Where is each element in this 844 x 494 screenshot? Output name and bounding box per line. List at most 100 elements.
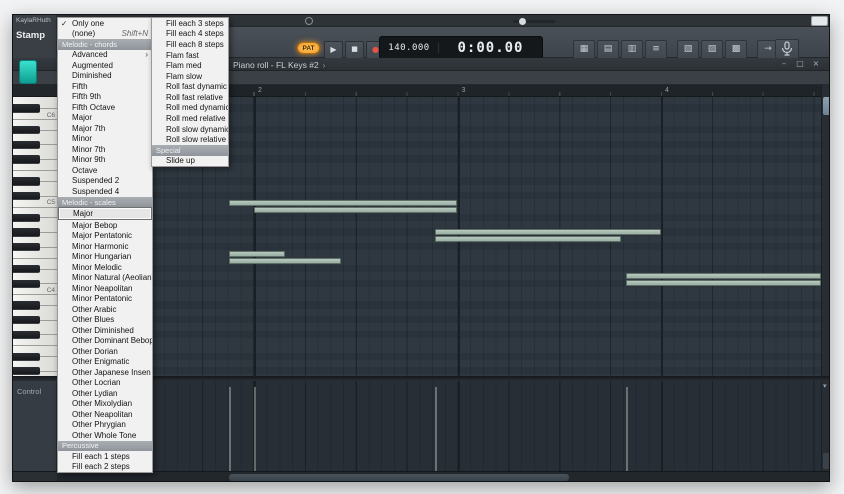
touch-keyboard-icon[interactable]: ▩ — [725, 40, 747, 60]
menu-item[interactable]: Minor Hungarian — [58, 251, 152, 262]
menu-item[interactable]: Roll med relative — [152, 113, 228, 124]
menu-item[interactable]: Major Pentatonic — [58, 230, 152, 241]
menu-item[interactable]: Other Japanese Insen — [58, 367, 152, 378]
menu-item[interactable]: Roll fast relative — [152, 92, 228, 103]
menu-item[interactable]: Minor Neapolitan — [58, 283, 152, 294]
menu-item[interactable]: Other Dominant Bebop — [58, 335, 152, 346]
menu-item[interactable]: Fill each 2 steps — [58, 462, 152, 473]
plugin-picker-icon[interactable]: ▨ — [701, 40, 723, 60]
time-display[interactable]: 0:00.00 — [439, 40, 542, 56]
black-key[interactable] — [13, 126, 40, 135]
menu-item[interactable]: Other Phrygian — [58, 420, 152, 431]
note[interactable] — [435, 229, 661, 236]
black-key[interactable] — [13, 367, 40, 376]
volume-knob-icon[interactable] — [305, 17, 313, 25]
menu-item[interactable]: Augmented — [58, 60, 152, 71]
lane-scrollbar[interactable]: ▾ — [821, 381, 829, 471]
menu-item[interactable]: Diminished — [58, 71, 152, 82]
menu-item[interactable]: Flam med — [152, 60, 228, 71]
black-key[interactable] — [13, 155, 40, 164]
menu-item[interactable]: Minor 9th — [58, 155, 152, 166]
menu-item[interactable]: Flam slow — [152, 71, 228, 82]
menu-item[interactable]: Other Locrian — [58, 378, 152, 389]
horizontal-scrollbar-thumb[interactable] — [229, 474, 569, 481]
menu-item[interactable]: Suspended 4 — [58, 186, 152, 197]
menu-item[interactable]: Octave — [58, 165, 152, 176]
note[interactable] — [254, 207, 457, 214]
menu-item[interactable]: Fill each 1 steps — [58, 451, 152, 462]
menu-item[interactable]: Roll med dynamic — [152, 103, 228, 114]
black-key[interactable] — [13, 243, 40, 252]
note[interactable] — [626, 280, 821, 287]
menu-item[interactable]: Other Enigmatic — [58, 357, 152, 368]
title-arrow-icon[interactable]: › — [323, 60, 326, 70]
black-key[interactable] — [13, 140, 40, 150]
black-key[interactable] — [13, 264, 40, 274]
black-key[interactable] — [13, 228, 40, 237]
minimize-button[interactable]: – — [779, 59, 789, 68]
mic-button[interactable] — [775, 39, 799, 59]
menu-item[interactable]: Major — [58, 113, 152, 124]
control-lane-selector[interactable]: Control — [17, 387, 41, 396]
menu-item[interactable]: Other Whole Tone — [58, 430, 152, 441]
browser-icon[interactable]: ▧ — [677, 40, 699, 60]
black-key[interactable] — [13, 279, 40, 288]
menu-item[interactable]: Other Arabic — [58, 304, 152, 315]
menu-item[interactable]: Fill each 4 steps — [152, 29, 228, 40]
lane-scrollbar-thumb[interactable] — [823, 453, 829, 469]
menu-item[interactable]: Roll fast dynamic — [152, 81, 228, 92]
black-key[interactable] — [13, 104, 40, 113]
black-key[interactable] — [13, 213, 40, 223]
note[interactable] — [229, 258, 341, 265]
menu-item[interactable]: Other Dorian — [58, 346, 152, 357]
master-slider[interactable] — [513, 18, 555, 25]
menu-item[interactable]: Minor — [58, 134, 152, 145]
note[interactable] — [229, 199, 457, 206]
menu-item[interactable]: Minor Natural (Aeolian) — [58, 272, 152, 283]
menu-item[interactable]: Major 7th — [58, 123, 152, 134]
chevron-down-icon[interactable]: ▾ — [823, 382, 827, 390]
black-key[interactable] — [13, 352, 40, 361]
menu-item[interactable]: Other Diminished — [58, 325, 152, 336]
menu-item[interactable]: Fifth 9th — [58, 92, 152, 103]
menu-item[interactable]: Major — [58, 207, 152, 220]
menu-item[interactable]: Minor Pentatonic — [58, 293, 152, 304]
menu-item[interactable]: Fill each 3 steps — [152, 18, 228, 29]
menu-item[interactable]: Flam fast — [152, 50, 228, 61]
menu-item[interactable]: (none) Shift+N — [58, 29, 152, 40]
stop-button[interactable]: ■ — [345, 41, 364, 59]
menu-item[interactable]: Advanced › — [58, 50, 152, 61]
menu-item[interactable]: Roll slow dynamic — [152, 124, 228, 135]
playlist-icon[interactable]: ▦ — [573, 40, 595, 60]
menu-item[interactable]: Other Lydian — [58, 388, 152, 399]
menu-item[interactable]: Other Neapolitan — [58, 409, 152, 420]
black-key[interactable] — [13, 301, 40, 310]
menu-item[interactable]: Fifth — [58, 81, 152, 92]
menu-item[interactable]: Minor Harmonic — [58, 241, 152, 252]
menu-item[interactable]: Major Bebop — [58, 220, 152, 231]
menu-item[interactable]: Other Mixolydian — [58, 399, 152, 410]
channel-color-icon[interactable] — [19, 60, 37, 84]
tempo-display[interactable]: 140.000 — [380, 43, 439, 53]
maximize-button[interactable]: □ — [795, 59, 805, 68]
velocity-stem[interactable] — [229, 387, 231, 471]
slider-knob[interactable] — [519, 18, 526, 25]
menu-item[interactable]: Minor Melodic — [58, 262, 152, 273]
velocity-stem[interactable] — [435, 387, 437, 471]
note[interactable] — [435, 236, 621, 243]
close-button[interactable]: × — [811, 59, 821, 68]
play-button[interactable]: ▶ — [324, 41, 343, 59]
menu-item[interactable]: Roll slow relative — [152, 134, 228, 145]
velocity-stem[interactable] — [626, 387, 628, 471]
black-key[interactable] — [13, 177, 40, 186]
menu-item[interactable]: Minor 7th — [58, 144, 152, 155]
menu-item[interactable]: Fill each 8 steps — [152, 39, 228, 50]
note[interactable] — [229, 251, 285, 257]
piano-keyboard[interactable]: C6 C5 C4 — [13, 97, 57, 376]
menu-item[interactable]: ✓ Only one — [58, 18, 152, 29]
menu-item[interactable]: Suspended 2 — [58, 176, 152, 187]
piano-roll-icon[interactable]: ▥ — [621, 40, 643, 60]
menu-item[interactable]: Fifth Octave — [58, 102, 152, 113]
vertical-scrollbar-thumb[interactable] — [823, 97, 829, 115]
note[interactable] — [626, 272, 821, 279]
